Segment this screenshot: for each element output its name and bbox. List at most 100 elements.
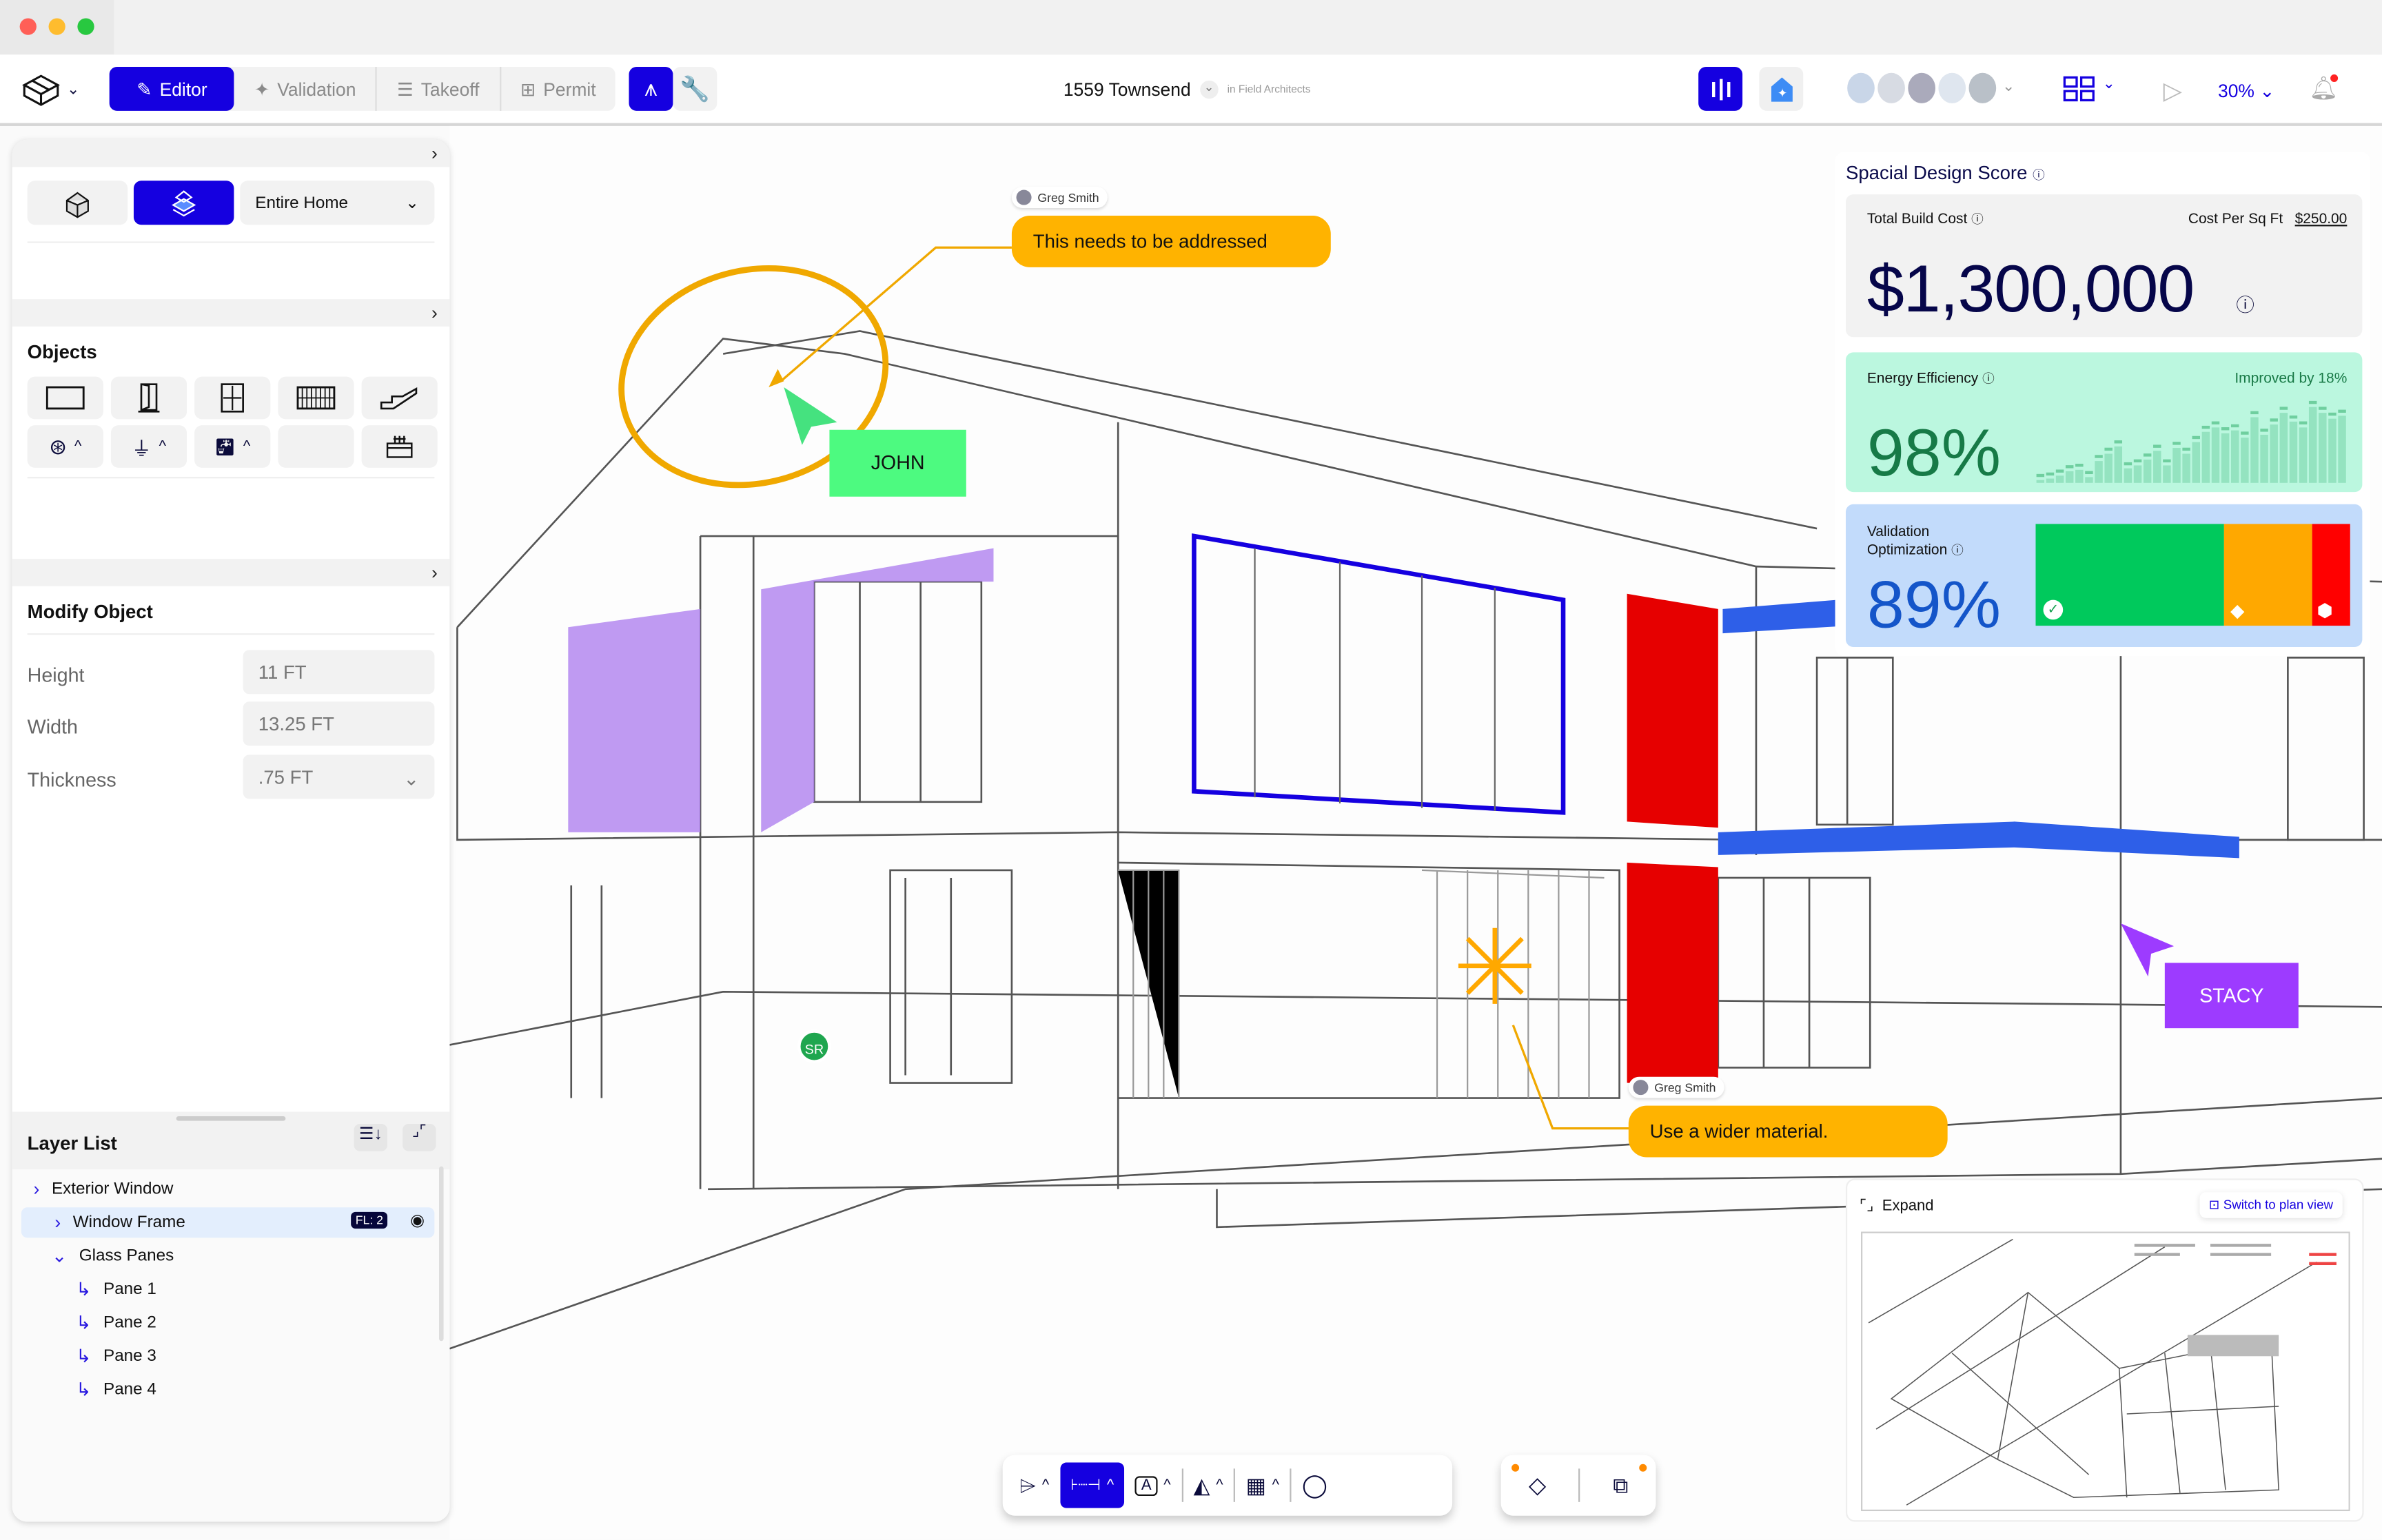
object-empty-slot [278, 425, 354, 468]
avatar[interactable] [1908, 72, 1936, 103]
text-tool-button[interactable]: A ^ [1125, 1463, 1181, 1508]
warning-icon: ◆ [2230, 599, 2245, 622]
object-wall-button[interactable] [27, 376, 103, 420]
layer-item-selected[interactable]: › Window Frame FL: 2 ◉ [21, 1207, 435, 1238]
thickness-dropdown[interactable]: .75 FT ⌄ [243, 754, 435, 799]
resize-handle[interactable] [176, 1116, 286, 1121]
height-field[interactable]: 11 FT [243, 650, 435, 695]
width-field[interactable]: 13.25 FT [243, 701, 435, 746]
mirror-icon: ◭ [1193, 1472, 1210, 1497]
sort-layers-button[interactable]: ☰↓ [354, 1124, 388, 1151]
info-icon[interactable]: ⓘ [1971, 213, 1984, 227]
comment-bubble[interactable]: This needs to be addressed [1011, 215, 1331, 267]
ai-home-button[interactable]: ✦ [1759, 66, 1804, 111]
close-window-button[interactable] [19, 18, 37, 35]
energy-bar-cap [2182, 447, 2190, 451]
cost-per-sqft-value[interactable]: $250.00 [2295, 211, 2348, 227]
collapse-section-button[interactable]: › [12, 139, 450, 167]
zoom-level[interactable]: 30% ⌄ [2218, 81, 2274, 102]
comment-tool-button[interactable]: ◯ [1292, 1463, 1338, 1508]
layer-item[interactable]: ↳ Pane 2 [21, 1308, 435, 1338]
avatar[interactable] [1938, 72, 1966, 103]
info-icon[interactable]: ⓘ [2236, 291, 2254, 317]
chevron-up-icon: ^ [1163, 1477, 1171, 1494]
object-hvac-button[interactable]: ⊛ ^ [27, 425, 103, 468]
layer-item[interactable]: ↳ Pane 1 [21, 1274, 435, 1304]
floor-plan-thumbnail[interactable] [1861, 1231, 2350, 1512]
chevron-down-icon[interactable]: ⌄ [2002, 73, 2015, 103]
layer-list-title: Layer List [27, 1133, 117, 1155]
layered-view-button[interactable] [133, 181, 234, 225]
play-icon[interactable]: ▷ [2164, 76, 2182, 106]
energy-bar [2095, 461, 2103, 483]
project-chevron-icon[interactable]: ⌄ [1199, 80, 1219, 99]
object-window-button[interactable] [194, 376, 271, 420]
energy-bar-cap [2328, 412, 2337, 416]
project-name[interactable]: 1559 Townsend [1063, 79, 1191, 101]
chevron-down-icon: ⌄ [66, 81, 80, 99]
info-icon[interactable]: ⓘ [1982, 372, 1995, 386]
collapse-section-button[interactable]: › [12, 559, 450, 586]
layer-scrollbar[interactable] [438, 1166, 444, 1342]
object-plumbing-button[interactable]: 🚰︎ ^ [194, 425, 271, 468]
avatar[interactable] [1968, 72, 1997, 103]
validation-bar[interactable]: ✓ ◆ ⬢ [2035, 524, 2350, 626]
tab-permit[interactable]: ⊞ Permit [500, 67, 615, 111]
validation-error-segment[interactable]: ⬢ [2312, 524, 2350, 626]
wrench-tool-button[interactable]: 🔧 [673, 66, 717, 111]
overlay-view-button[interactable]: ⧉ [1602, 1463, 1639, 1508]
chevron-up-icon: ^ [74, 438, 82, 455]
switch-plan-view-button[interactable]: ⊡ Switch to plan view [2199, 1192, 2343, 1218]
expand-button[interactable]: ⌜⌟ Expand [1860, 1198, 1934, 1215]
validation-warning-segment[interactable]: ◆ [2224, 524, 2312, 626]
object-curtain-wall-button[interactable] [278, 376, 354, 420]
object-stairs-button[interactable] [361, 376, 438, 420]
object-outlet-button[interactable]: ⏚ ^ [110, 425, 187, 468]
collapse-panel-button[interactable]: ⌟⌜ [403, 1124, 436, 1151]
select-tool-button[interactable]: ⌲ ^ [1009, 1463, 1060, 1508]
scope-dropdown[interactable]: Entire Home ⌄ [240, 181, 435, 225]
layer-item[interactable]: ↳ Pane 3 [21, 1341, 435, 1371]
3d-view-button[interactable] [27, 181, 128, 225]
energy-trend-chart [2036, 400, 2346, 483]
compass-tool-button[interactable]: ⩚ [629, 66, 673, 111]
info-icon[interactable]: ⓘ [2033, 169, 2045, 183]
tab-takeoff[interactable]: ☰ Takeoff [377, 66, 501, 111]
objects-grid: ⊛ ^ ⏚ ^ 🚰︎ ^ [27, 376, 438, 468]
object-door-button[interactable] [110, 376, 187, 420]
info-icon[interactable]: ⓘ [1951, 544, 1964, 557]
sub-arrow-icon: ↳ [76, 1312, 92, 1334]
layer-item[interactable]: › Exterior Window [21, 1174, 435, 1204]
speech-bubble-icon: ◯ [1302, 1472, 1328, 1499]
minimize-window-button[interactable] [48, 18, 65, 35]
comment-bubble[interactable]: Use a wider material. [1628, 1105, 1948, 1158]
validation-pass-segment[interactable]: ✓ [2035, 524, 2225, 626]
dimension-tool-button[interactable]: ⊦┈⊣ ^ [1059, 1462, 1125, 1508]
app-logo-menu[interactable]: ⌄ [21, 73, 80, 106]
avatar[interactable] [1847, 72, 1875, 103]
error-icon: ⬢ [2317, 599, 2333, 622]
roof-view-button[interactable]: ◇ [1518, 1463, 1556, 1508]
mirror-tool-button[interactable]: ◭ ^ [1183, 1463, 1234, 1508]
layer-item[interactable]: ↳ Pane 4 [21, 1375, 435, 1405]
energy-bar-cap [2114, 440, 2123, 444]
grid-tool-button[interactable]: ▦ ^ [1235, 1463, 1290, 1508]
energy-bar-cap [2279, 407, 2288, 410]
avatar-sr[interactable]: SR [797, 1029, 831, 1063]
maximize-window-button[interactable] [77, 18, 94, 35]
energy-bar [2075, 469, 2084, 483]
bell-icon[interactable]: 🔔︎ [2309, 74, 2338, 102]
energy-efficiency-card: Energy Efficiency ⓘ Improved by 18% 98% [1845, 352, 2363, 493]
sort-icon: ☰↓ [358, 1125, 383, 1144]
collaborator-avatars[interactable]: ⌄ [1847, 72, 2015, 103]
tab-editor[interactable]: ✎ Editor [109, 66, 235, 111]
analytics-button[interactable] [1698, 66, 1743, 111]
avatar[interactable] [1877, 72, 1905, 103]
layer-item[interactable]: ⌄ Glass Panes [21, 1241, 435, 1271]
object-appliance-button[interactable] [361, 425, 438, 468]
chevron-up-icon: ^ [1041, 1477, 1050, 1494]
collapse-section-button[interactable]: › [12, 299, 450, 327]
eye-icon[interactable]: ◉ [410, 1211, 425, 1230]
layout-menu[interactable]: ⌄ [2063, 76, 2115, 103]
tab-validation[interactable]: ✦ Validation [234, 66, 378, 111]
